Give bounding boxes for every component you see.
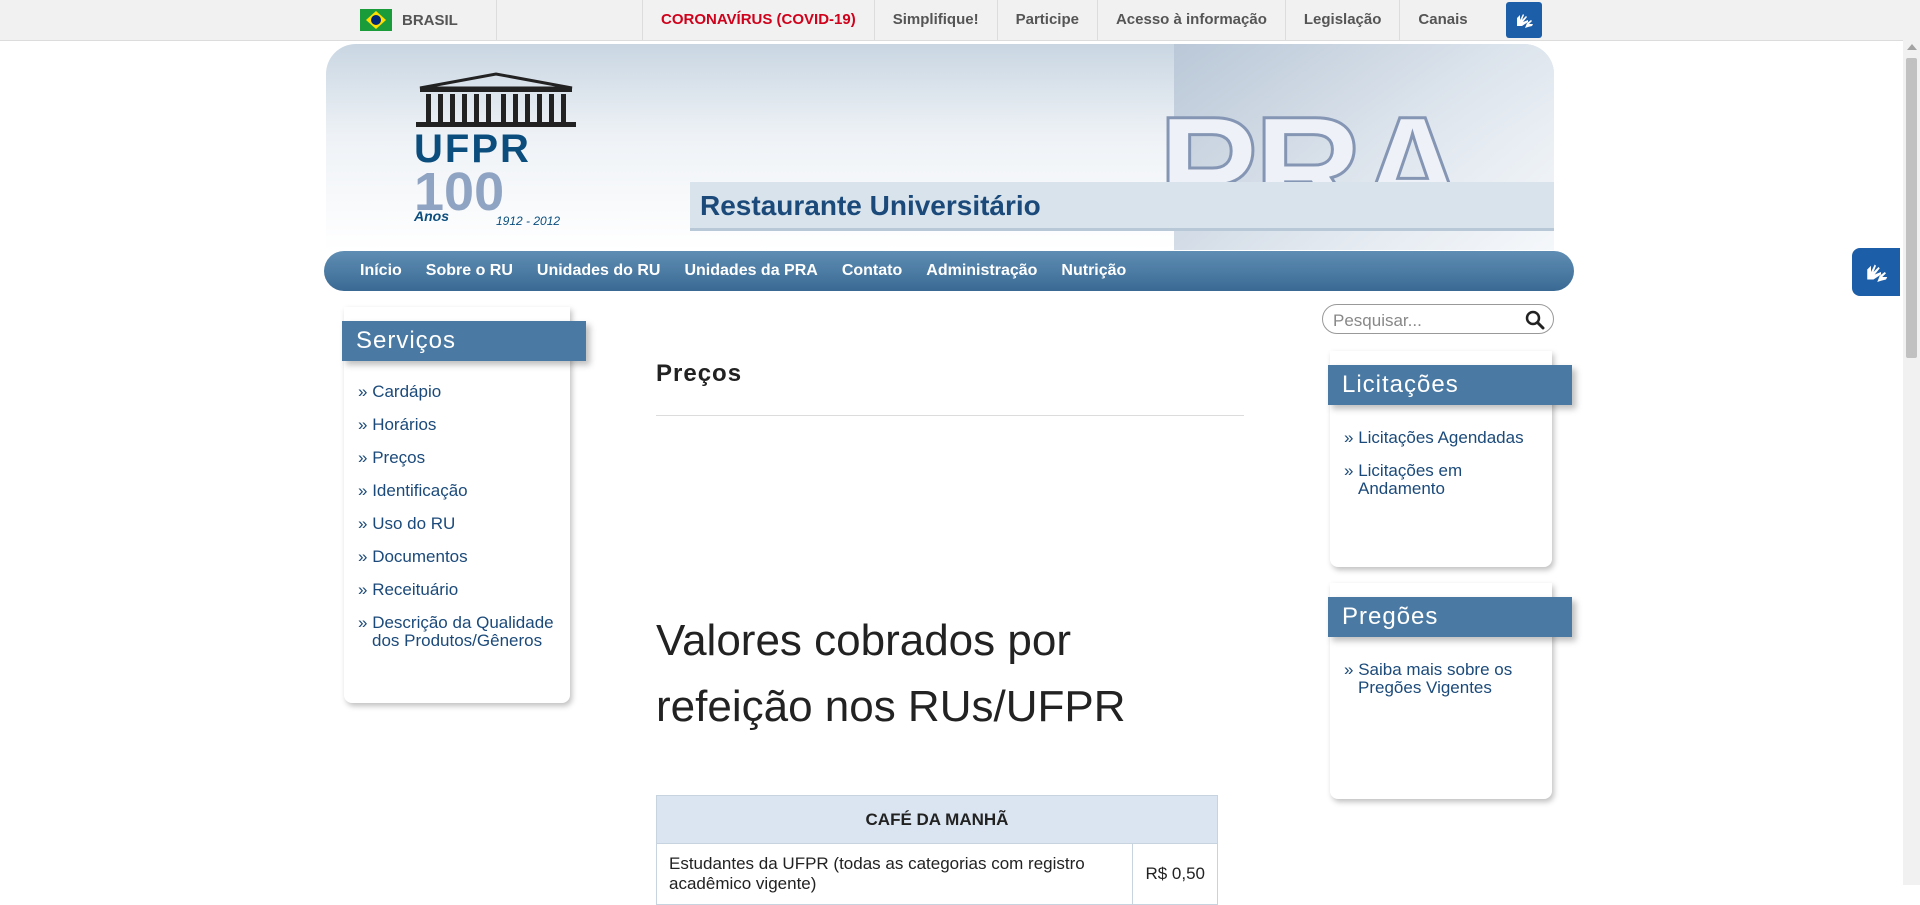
licitacoes-title: Licitações [1328,365,1572,405]
sidebar-item-receituario[interactable]: » Receituário [358,581,558,599]
title-divider [656,415,1244,416]
licitacoes-list: » Licitações Agendadas » Licitações em A… [1344,429,1544,513]
ufpr-logo[interactable]: UFPR 100 Anos 1912 - 2012 [414,72,586,242]
search-icon[interactable] [1525,310,1545,330]
scroll-thumb[interactable] [1906,58,1917,358]
participe-link[interactable]: Participe [996,0,1097,40]
sidebar-item-label: Horários [372,415,437,434]
sidebar-item-documentos[interactable]: » Documentos [358,548,558,566]
site-header: PRA Restaurante Universitário UFPR 100 A… [326,44,1554,250]
logo-years-text: 1912 - 2012 [496,214,561,228]
acesso-informacao-link[interactable]: Acesso à informação [1096,0,1285,40]
servicos-panel: Serviços » Cardápio » Horários » Preços … [342,307,586,703]
pregoes-list: » Saiba mais sobre os Pregões Vigentes [1344,661,1544,712]
search-box [1322,304,1554,334]
pregoes-title: Pregões [1328,597,1572,637]
nav-unidades-pra[interactable]: Unidades da PRA [672,262,829,280]
table-row: Estudantes da UFPR (todas as categorias … [655,843,1218,905]
sidebar-item-label: Receituário [372,580,459,599]
list-item-label: Licitações Agendadas [1358,428,1524,447]
table-cell-category: Estudantes da UFPR (todas as categorias … [655,843,1134,905]
sidebar-item-label: Cardápio [372,382,442,401]
table-cell-price: R$ 0,50 [1132,843,1218,905]
nav-contato[interactable]: Contato [830,262,914,280]
hands-sign-language-icon [1517,14,1533,28]
licitacoes-agendadas-link[interactable]: » Licitações Agendadas [1344,429,1544,447]
sidebar-item-label: Uso do RU [372,514,456,533]
page-title: Preços [656,360,743,387]
scroll-up-arrow-icon[interactable] [1907,44,1917,50]
licitacoes-andamento-link[interactable]: » Licitações em Andamento [1344,462,1544,498]
gov-links: CORONAVÍRUS (COVID-19) Simplifique! Part… [642,0,1486,40]
list-item-label: Licitações em Andamento [1358,461,1463,498]
licitacoes-panel: Licitações » Licitações Agendadas » Lici… [1328,351,1572,567]
brasil-link[interactable]: BRASIL [360,0,497,40]
sidebar-item-label: Descrição da Qualidade dos Produtos/Gêne… [372,613,554,650]
canais-link[interactable]: Canais [1399,0,1485,40]
servicos-title: Serviços [342,321,586,361]
nav-nutricao[interactable]: Nutrição [1049,262,1138,280]
sidebar-item-cardapio[interactable]: » Cardápio [358,383,558,401]
sidebar-item-horarios[interactable]: » Horários [358,416,558,434]
site-title[interactable]: Restaurante Universitário [700,190,1041,222]
gov-bar: BRASIL CORONAVÍRUS (COVID-19) Simplifiqu… [0,0,1920,41]
accessibility-button[interactable] [1506,2,1542,38]
table-header-cafe: CAFÉ DA MANHÃ [656,795,1218,844]
brazil-flag-icon [360,9,392,31]
sidebar-item-precos[interactable]: » Preços [358,449,558,467]
nav-administracao[interactable]: Administração [914,262,1049,280]
brasil-label: BRASIL [402,11,458,29]
logo-anos-text: Anos [414,208,449,224]
sidebar-item-uso-ru[interactable]: » Uso do RU [358,515,558,533]
nav-sobre-ru[interactable]: Sobre o RU [414,262,525,280]
simplifique-link[interactable]: Simplifique! [873,0,997,40]
search-input[interactable] [1331,310,1525,332]
building-logo-icon [416,72,576,127]
legislacao-link[interactable]: Legislação [1284,0,1400,40]
sidebar-item-identificacao[interactable]: » Identificação [358,482,558,500]
sidebar-item-descricao-qualidade[interactable]: » Descrição da Qualidade dos Produtos/Gê… [358,614,558,650]
sidebar-item-label: Preços [372,448,426,467]
servicos-list: » Cardápio » Horários » Preços » Identif… [358,383,558,665]
covid-link[interactable]: CORONAVÍRUS (COVID-19) [642,0,874,40]
pregoes-panel: Pregões » Saiba mais sobre os Pregões Vi… [1328,583,1572,799]
sidebar-item-label: Identificação [372,481,468,500]
price-table: CAFÉ DA MANHÃ Estudantes da UFPR (todas … [655,795,1218,905]
pregoes-vigentes-link[interactable]: » Saiba mais sobre os Pregões Vigentes [1344,661,1544,697]
site-title-bar: Restaurante Universitário [690,182,1554,231]
prices-heading: Valores cobrados por refeição nos RUs/UF… [656,616,1126,731]
main-nav: Início Sobre o RU Unidades do RU Unidade… [324,251,1574,291]
hands-sign-language-icon [1867,264,1888,282]
nav-inicio[interactable]: Início [348,262,414,280]
nav-unidades-ru[interactable]: Unidades do RU [525,262,673,280]
sidebar-item-label: Documentos [372,547,468,566]
list-item-label: Saiba mais sobre os Pregões Vigentes [1358,660,1513,697]
vlibras-float-button[interactable] [1852,248,1900,296]
page-scrollbar[interactable] [1903,40,1920,885]
